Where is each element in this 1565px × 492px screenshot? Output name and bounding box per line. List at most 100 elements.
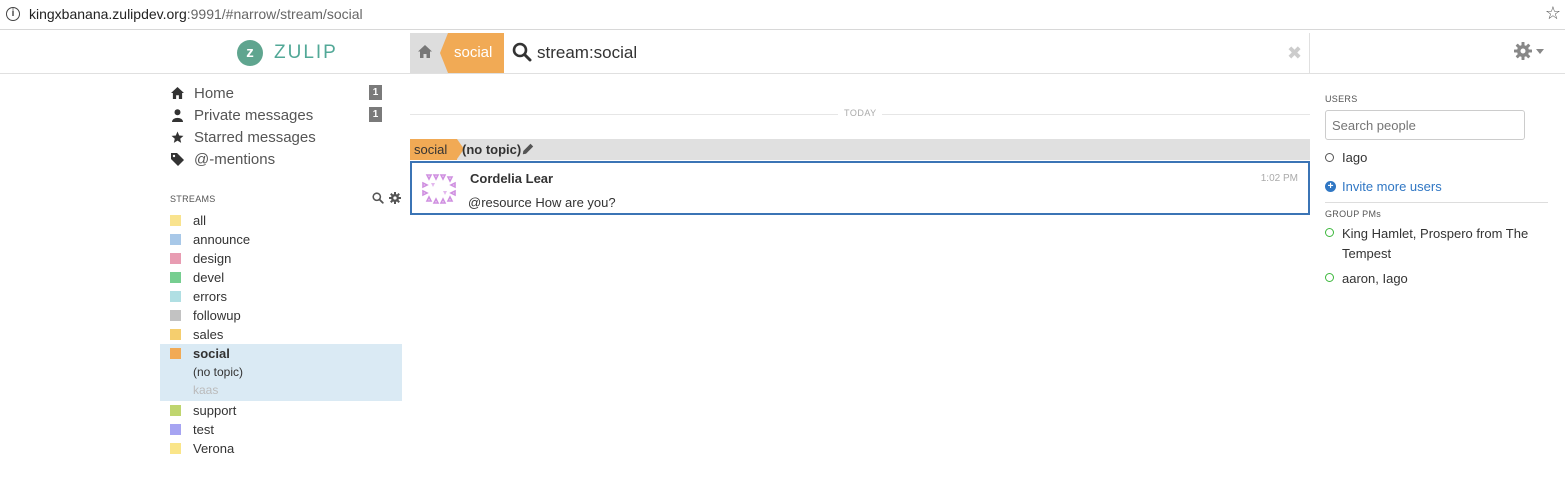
stream-name: errors (193, 289, 227, 304)
stream-color-swatch[interactable] (170, 253, 181, 264)
user-name: Iago (1342, 149, 1368, 165)
url-text[interactable]: kingxbanana.zulipdev.org:9991/#narrow/st… (29, 6, 363, 22)
stream-color-swatch[interactable] (170, 272, 181, 283)
settings-menu-button[interactable] (1514, 42, 1544, 60)
sidebar-stream-test[interactable]: test (160, 420, 402, 439)
search-input[interactable]: stream:social (537, 43, 637, 63)
message-timestamp[interactable]: 1:02 PM (1261, 173, 1298, 184)
stream-color-swatch[interactable] (170, 329, 181, 340)
date-separator-line (882, 114, 1310, 115)
stream-name: sales (193, 327, 224, 342)
status-active-icon (1325, 228, 1334, 237)
streams-title: STREAMS (170, 194, 216, 204)
sidebar-stream-support[interactable]: support (160, 401, 402, 420)
plus-circle-icon: + (1325, 180, 1336, 192)
sidebar-stream-devel[interactable]: devel (160, 268, 402, 287)
stream-name: all (193, 213, 207, 228)
right-sidebar: USERS Iago + Invite more users GROUP PMs… (1325, 94, 1548, 289)
user-list-item[interactable]: Iago (1325, 149, 1548, 165)
avatar[interactable] (421, 171, 457, 207)
browser-address-bar[interactable]: i kingxbanana.zulipdev.org:9991/#narrow/… (0, 0, 1565, 30)
sidebar-item-label: Private messages (194, 106, 314, 124)
status-offline-icon (1325, 152, 1334, 162)
unread-count-badge: 1 (369, 85, 382, 100)
stream-color-swatch[interactable] (170, 310, 181, 321)
recipient-bar[interactable]: social (no topic) (410, 139, 1310, 160)
invite-users-label: Invite more users (1342, 178, 1442, 194)
date-label: TODAY (844, 108, 877, 118)
sidebar-item-label: Starred messages (194, 128, 316, 146)
invite-users-link[interactable]: + Invite more users (1325, 178, 1548, 194)
sidebar-stream-design[interactable]: design (160, 249, 402, 268)
close-icon[interactable]: ✖ (1287, 43, 1302, 64)
stream-color-swatch[interactable] (170, 234, 181, 245)
stream-name: design (193, 251, 232, 266)
stream-name: Verona (193, 441, 235, 456)
left-sidebar: Home 1 Private messages 1 Starred messag… (160, 82, 402, 458)
sidebar-item-starred[interactable]: Starred messages (160, 126, 402, 148)
url-host: kingxbanana.zulipdev.org (29, 6, 187, 22)
message-content: @resource How are you? (468, 195, 616, 210)
gear-icon (1514, 42, 1532, 60)
topic-item[interactable]: kaas (193, 381, 218, 399)
stream-name: social (193, 346, 230, 361)
home-icon (170, 86, 184, 100)
url-path: :9991/#narrow/stream/social (186, 6, 363, 22)
search-people-input[interactable] (1325, 110, 1525, 140)
group-pm-label: King Hamlet, Prospero from The Tempest (1342, 226, 1529, 261)
recipient-stream-label[interactable]: social (410, 139, 464, 160)
search-icon[interactable] (372, 192, 384, 204)
pencil-icon[interactable] (522, 143, 534, 155)
message-row[interactable]: Cordelia Lear 1:02 PM @resource How are … (410, 161, 1310, 215)
sidebar-stream-errors[interactable]: errors (160, 287, 402, 306)
tag-icon (170, 152, 184, 166)
sidebar-item-label: @-mentions (194, 150, 276, 168)
narrow-stream-chip[interactable]: social (440, 33, 504, 73)
site-info-icon[interactable]: i (6, 7, 20, 21)
status-active-icon (1325, 273, 1334, 282)
date-separator-line (410, 114, 838, 115)
search-icon[interactable] (512, 42, 532, 62)
stream-name: test (193, 422, 214, 437)
home-icon (418, 45, 432, 58)
bookmark-star-icon[interactable]: ☆ (1545, 3, 1561, 24)
users-title: USERS (1325, 94, 1358, 104)
zulip-logo[interactable]: z ZULIP (237, 40, 338, 66)
stream-name: announce (193, 232, 251, 247)
stream-row[interactable]: social (170, 344, 230, 363)
stream-color-swatch[interactable] (170, 291, 181, 302)
stream-color-swatch[interactable] (170, 348, 181, 359)
sidebar-stream-announce[interactable]: announce (160, 230, 402, 249)
topic-item[interactable]: (no topic) (193, 363, 243, 381)
sidebar-stream-all[interactable]: all (160, 211, 402, 230)
group-pm-item[interactable]: aaron, Iago (1325, 269, 1548, 289)
stream-color-swatch[interactable] (170, 405, 181, 416)
app-header: z ZULIP social stream:social ✖ (0, 33, 1565, 74)
sidebar-stream-verona[interactable]: Verona (160, 439, 402, 458)
stream-color-swatch[interactable] (170, 424, 181, 435)
gear-icon[interactable] (389, 192, 401, 204)
group-pm-item[interactable]: King Hamlet, Prospero from The Tempest (1325, 224, 1548, 264)
stream-color-swatch[interactable] (170, 215, 181, 226)
sidebar-stream-followup[interactable]: followup (160, 306, 402, 325)
sidebar-item-label: Home (194, 84, 235, 102)
sidebar-item-home[interactable]: Home 1 (160, 82, 402, 104)
header-divider (1309, 33, 1310, 73)
message-sender[interactable]: Cordelia Lear (470, 171, 553, 186)
date-separator: TODAY (410, 108, 1310, 120)
stream-list: all announce design devel errors followup sale… (160, 211, 402, 458)
sidebar-item-private-messages[interactable]: Private messages 1 (160, 104, 402, 126)
stream-color-swatch[interactable] (170, 443, 181, 454)
sidebar-stream-social[interactable]: social (no topic) kaas (160, 344, 402, 401)
user-icon (170, 108, 184, 122)
sidebar-item-mentions[interactable]: @-mentions (160, 148, 402, 170)
group-pms-title: GROUP PMs (1325, 209, 1382, 219)
recipient-topic-label[interactable]: (no topic) (462, 142, 521, 157)
streams-header: STREAMS (160, 190, 402, 208)
narrow-stream-label: social (454, 44, 493, 61)
home-narrow-button[interactable] (410, 33, 440, 73)
stream-name: followup (193, 308, 241, 323)
stream-name: support (193, 403, 237, 418)
unread-count-badge: 1 (369, 107, 382, 122)
sidebar-stream-sales[interactable]: sales (160, 325, 402, 344)
